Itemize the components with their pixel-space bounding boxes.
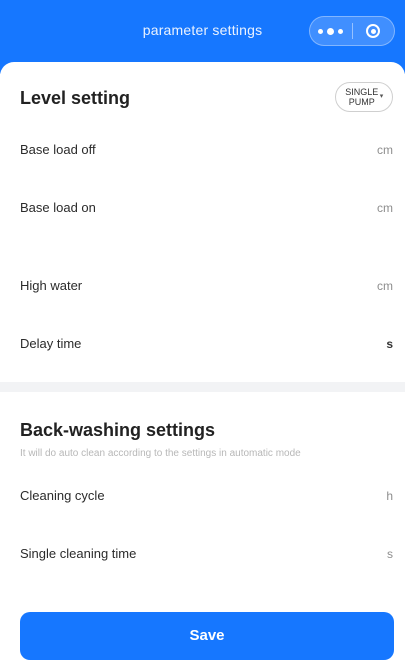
delay-time-label: Delay time [20, 336, 82, 351]
base-load-off-unit: cm [377, 143, 393, 157]
base-load-on-input[interactable] [150, 196, 365, 222]
more-dots-icon[interactable] [310, 17, 352, 45]
save-button[interactable]: Save [20, 612, 394, 660]
single-cleaning-time-unit: s [387, 547, 393, 561]
cleaning-cycle-input[interactable] [150, 484, 365, 510]
caret-down-icon: ▾ [379, 93, 384, 100]
mini-program-capsule [309, 16, 395, 46]
base-load-off-input[interactable] [150, 138, 365, 164]
close-circle-icon[interactable] [352, 17, 394, 45]
delay-time-unit: s [386, 337, 393, 351]
cleaning-cycle-unit: h [386, 489, 393, 503]
backwash-description: It will do auto clean according to the s… [20, 448, 301, 459]
high-water-unit: cm [377, 279, 393, 293]
high-water-label: High water [20, 278, 83, 293]
backwash-settings-title: Back-washing settings [20, 420, 216, 440]
single-cleaning-time-input[interactable] [150, 542, 365, 568]
single-cleaning-time-label: Single cleaning time [20, 546, 137, 561]
cleaning-cycle-label: Cleaning cycle [20, 488, 105, 503]
section-divider [0, 382, 405, 392]
high-water-input[interactable] [150, 274, 365, 300]
base-load-on-unit: cm [377, 201, 393, 215]
level-setting-title: Level setting [20, 88, 131, 108]
pump-mode-label: SINGLE PUMP [345, 87, 379, 107]
delay-time-input[interactable] [150, 332, 365, 358]
base-load-on-label: Base load on [20, 200, 96, 215]
pump-mode-selector[interactable]: SINGLE PUMP ▾ [335, 82, 393, 112]
base-load-off-label: Base load off [20, 142, 96, 157]
